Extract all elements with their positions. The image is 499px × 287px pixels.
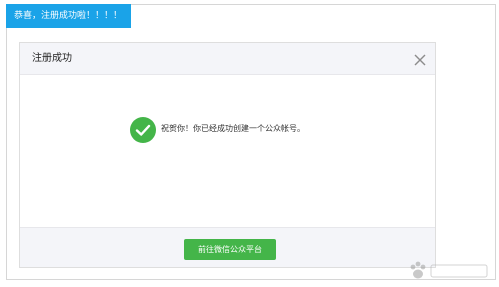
dialog-header: 注册成功 <box>20 43 435 75</box>
registration-success-dialog: 注册成功 祝贺你！你已经成功创建一个公众帐号。 前往微信公众平台 <box>19 42 436 268</box>
go-to-wechat-platform-button[interactable]: 前往微信公众平台 <box>184 239 276 260</box>
dialog-body: 祝贺你！你已经成功创建一个公众帐号。 <box>20 75 435 227</box>
dialog-footer: 前往微信公众平台 <box>20 227 435 267</box>
success-banner: 恭喜，注册成功啦！！！！ <box>6 4 131 28</box>
checkmark-circle-icon <box>130 117 156 143</box>
success-message: 祝贺你！你已经成功创建一个公众帐号。 <box>161 124 305 133</box>
dialog-title: 注册成功 <box>32 53 72 64</box>
close-icon[interactable] <box>413 52 427 66</box>
watermark-logo <box>403 259 493 283</box>
